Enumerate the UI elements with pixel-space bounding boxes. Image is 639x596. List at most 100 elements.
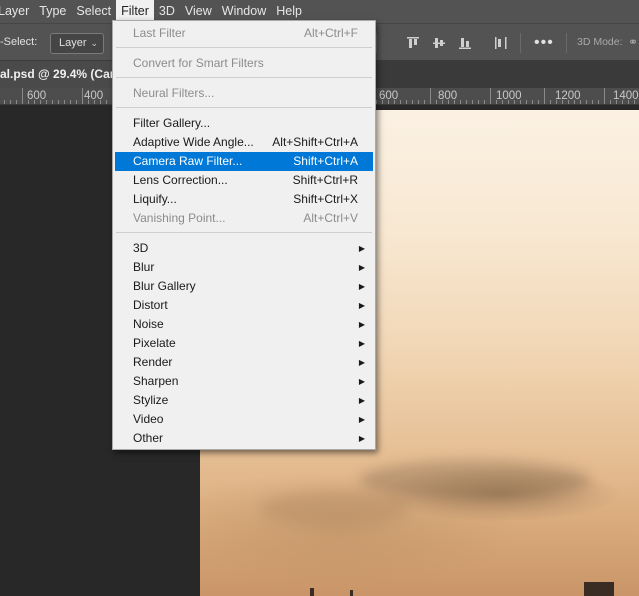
ruler-tick — [568, 100, 569, 104]
ruler-tick — [580, 100, 581, 104]
ruler-tick — [406, 100, 407, 104]
orbit-icon[interactable]: ⚭ — [628, 35, 638, 49]
submenu-other[interactable]: Other ▶ — [115, 429, 373, 448]
document-tab-title: al.psd @ 29.4% (Came — [0, 67, 116, 81]
submenu-arrow-icon: ▶ — [358, 301, 365, 310]
ruler-tick — [490, 88, 491, 104]
submenu-3d[interactable]: 3D ▶ — [115, 239, 373, 258]
submenu-noise[interactable]: Noise ▶ — [115, 315, 373, 334]
ruler-tick — [508, 100, 509, 104]
submenu-arrow-icon: ▶ — [358, 282, 365, 291]
menu-item-label: Other — [133, 431, 164, 445]
auto-select-value: Layer — [59, 37, 87, 49]
submenu-arrow-icon: ▶ — [358, 434, 365, 443]
ruler-tick — [460, 100, 461, 104]
menu-item-last-filter[interactable]: Last Filter Alt+Ctrl+F — [115, 24, 373, 43]
menu-item-label: Last Filter — [133, 26, 186, 40]
menu-item-shortcut: Alt+Shift+Ctrl+A — [272, 135, 358, 149]
ruler-tick — [40, 100, 41, 104]
ruler-tick — [544, 88, 545, 104]
ruler-tick — [634, 100, 635, 104]
ruler-tick — [436, 100, 437, 104]
ruler-tick — [64, 100, 65, 104]
menu-item-adaptive-wide-angle[interactable]: Adaptive Wide Angle... Alt+Shift+Ctrl+A — [115, 133, 373, 152]
document-tab[interactable]: al.psd @ 29.4% (Came — [0, 61, 116, 88]
menu-item-shortcut: Shift+Ctrl+R — [292, 173, 358, 187]
distribute-icons — [488, 33, 514, 53]
ruler-tick — [4, 100, 5, 104]
ruler-tick — [106, 100, 107, 104]
submenu-render[interactable]: Render ▶ — [115, 353, 373, 372]
ruler-tick — [496, 100, 497, 104]
menu-item-label: Blur — [133, 260, 155, 274]
align-bottom-icon[interactable] — [452, 33, 478, 53]
menu-item-label: Noise — [133, 317, 164, 331]
menu-item-vanishing-point[interactable]: Vanishing Point... Alt+Ctrl+V — [115, 209, 373, 228]
ruler-tick — [574, 100, 575, 104]
ruler-tick — [16, 100, 17, 104]
submenu-blur[interactable]: Blur ▶ — [115, 258, 373, 277]
building-silhouette — [350, 590, 353, 596]
menu-item-camera-raw-filter[interactable]: Camera Raw Filter... Shift+Ctrl+A — [115, 152, 373, 171]
cloud-shape — [260, 490, 410, 525]
ruler-tick — [22, 88, 23, 104]
ruler-tick — [430, 88, 431, 104]
auto-select-dropdown[interactable]: Layer ⌄ — [50, 33, 104, 54]
ruler-tick — [550, 100, 551, 104]
ruler-tick — [616, 100, 617, 104]
submenu-stylize[interactable]: Stylize ▶ — [115, 391, 373, 410]
cloud-shape — [360, 460, 590, 500]
menu-item-neural-filters[interactable]: Neural Filters... — [115, 84, 373, 103]
menu-separator — [116, 107, 372, 108]
building-silhouette — [310, 588, 314, 596]
ruler-tick — [556, 100, 557, 104]
menu-item-liquify[interactable]: Liquify... Shift+Ctrl+X — [115, 190, 373, 209]
ruler-tick — [418, 100, 419, 104]
ruler-tick — [562, 100, 563, 104]
ruler-tick — [424, 100, 425, 104]
align-top-icon[interactable] — [400, 33, 426, 53]
submenu-arrow-icon: ▶ — [358, 415, 365, 424]
submenu-sharpen[interactable]: Sharpen ▶ — [115, 372, 373, 391]
ruler-tick — [628, 100, 629, 104]
ruler-tick — [466, 100, 467, 104]
ruler-tick — [400, 100, 401, 104]
menu-item-label: Liquify... — [133, 192, 177, 206]
align-middle-icon[interactable] — [426, 33, 452, 53]
ruler-tick — [532, 100, 533, 104]
ruler-tick — [610, 100, 611, 104]
ruler-tick — [526, 100, 527, 104]
menu-layer[interactable]: Layer — [0, 0, 34, 23]
ruler-tick — [502, 100, 503, 104]
menu-item-label: Neural Filters... — [133, 86, 215, 100]
submenu-blur-gallery[interactable]: Blur Gallery ▶ — [115, 277, 373, 296]
menu-select[interactable]: Select — [71, 0, 116, 23]
menu-item-shortcut: Shift+Ctrl+A — [293, 154, 358, 168]
ruler-tick — [76, 100, 77, 104]
menu-item-shortcut: Alt+Ctrl+V — [303, 211, 358, 225]
divider — [520, 33, 521, 53]
menu-item-label: Camera Raw Filter... — [133, 154, 243, 168]
submenu-arrow-icon: ▶ — [358, 320, 365, 329]
menu-item-lens-correction[interactable]: Lens Correction... Shift+Ctrl+R — [115, 171, 373, 190]
submenu-video[interactable]: Video ▶ — [115, 410, 373, 429]
ruler-tick — [376, 100, 377, 104]
menu-item-label: Stylize — [133, 393, 169, 407]
ruler-tick — [520, 100, 521, 104]
menu-item-filter-gallery[interactable]: Filter Gallery... — [115, 114, 373, 133]
align-icons — [400, 33, 478, 53]
menu-item-shortcut: Shift+Ctrl+X — [293, 192, 358, 206]
ruler-tick — [82, 88, 83, 104]
menu-item-label: Sharpen — [133, 374, 179, 388]
menu-type[interactable]: Type — [34, 0, 71, 23]
submenu-arrow-icon: ▶ — [358, 396, 365, 405]
ruler-tick — [88, 100, 89, 104]
more-options-icon[interactable]: ••• — [534, 34, 554, 52]
submenu-distort[interactable]: Distort ▶ — [115, 296, 373, 315]
submenu-pixelate[interactable]: Pixelate ▶ — [115, 334, 373, 353]
menu-item-convert-smart-filters[interactable]: Convert for Smart Filters — [115, 54, 373, 73]
ruler-tick — [52, 100, 53, 104]
submenu-arrow-icon: ▶ — [358, 358, 365, 367]
ruler-tick — [484, 100, 485, 104]
align-left-icon[interactable] — [488, 33, 514, 53]
